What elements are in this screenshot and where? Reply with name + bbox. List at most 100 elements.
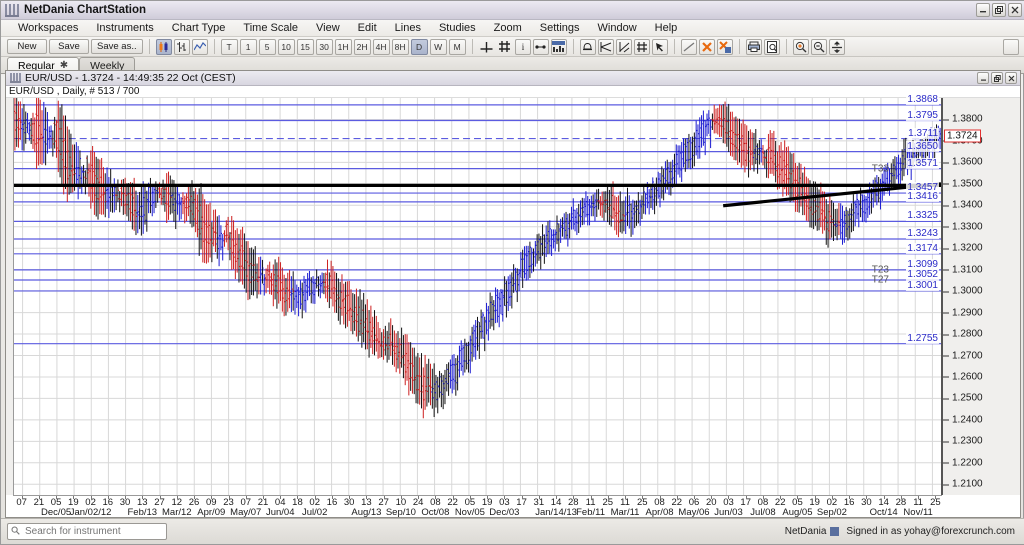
timeframe-D[interactable]: D (410, 38, 428, 55)
chart-close-button[interactable] (1005, 72, 1017, 84)
date-axis[interactable]: 07 21 05 19 02 16 30 13 27 12 26 09 23 07 21 04 18 02 16 30… (13, 495, 942, 518)
trendline-icon[interactable] (597, 38, 614, 55)
crosshair-icon[interactable] (479, 39, 495, 55)
level-label: 1.3174 (906, 242, 939, 254)
timeframe-10[interactable]: 10 (277, 38, 295, 55)
save-button[interactable]: Save (49, 39, 89, 54)
fibonacci-icon[interactable] (633, 38, 650, 55)
price-tick: 1.2200 (943, 457, 983, 468)
date-month-label: Dec/03 (489, 507, 520, 518)
date-tick-mark (607, 496, 609, 499)
chart-window-icon (10, 73, 21, 83)
bar-ohlc-icon[interactable] (173, 38, 190, 55)
price-axis[interactable]: 1.38001.37001.36001.35001.34001.33001.32… (942, 98, 1020, 495)
window-close-button[interactable] (1008, 3, 1022, 17)
app-title: NetDania ChartStation (24, 4, 147, 16)
date-tick-mark (935, 496, 937, 499)
level-label: 1.3868 (906, 93, 939, 105)
timeframe-W[interactable]: W (429, 38, 447, 55)
date-tick-mark (521, 496, 523, 499)
menu-help[interactable]: Help (646, 21, 687, 35)
delete-line-icon[interactable] (698, 38, 715, 55)
timeframe-T[interactable]: T (220, 38, 238, 55)
info-icon[interactable]: i (514, 38, 531, 55)
date-tick-mark (297, 496, 299, 499)
timeframe-8H[interactable]: 8H (391, 38, 409, 55)
menu-chart-type[interactable]: Chart Type (163, 21, 235, 35)
menu-edit[interactable]: Edit (349, 21, 386, 35)
chart-restore-button[interactable] (991, 72, 1003, 84)
timeframe-1[interactable]: 1 (239, 38, 257, 55)
timeframe-15[interactable]: 15 (296, 38, 314, 55)
toolbar-separator-1 (148, 39, 150, 54)
date-tick-mark (56, 496, 58, 499)
cursor-arrow-icon[interactable] (651, 38, 668, 55)
date-month-label: Jul/08 (750, 507, 776, 518)
window-restore-button[interactable] (992, 3, 1006, 17)
new-button[interactable]: New (7, 39, 47, 54)
alert-bell-icon[interactable] (579, 38, 596, 55)
price-tick: 1.2900 (943, 307, 983, 318)
print-preview-icon[interactable] (763, 38, 780, 55)
price-tick: 1.3800 (943, 114, 983, 125)
clear-all-icon[interactable] (716, 38, 733, 55)
timeframe-2H[interactable]: 2H (353, 38, 371, 55)
date-tick-mark (383, 496, 385, 499)
menu-settings[interactable]: Settings (531, 21, 589, 35)
date-month-label: Sep/10 (385, 507, 416, 518)
status-bar: NetDania Signed in as yohay@forexcrunch.… (1, 518, 1024, 544)
measure-icon[interactable] (532, 38, 549, 55)
timeframe-30[interactable]: 30 (315, 38, 333, 55)
connection-status-badge (830, 527, 840, 536)
zoom-in-icon[interactable] (792, 38, 809, 55)
menu-time-scale[interactable]: Time Scale (234, 21, 307, 35)
date-tick-mark (745, 496, 747, 499)
chart-window-title: EUR/USD - 1.3724 - 14:49:35 22 Oct (CEST… (25, 72, 236, 84)
date-tick-mark (711, 496, 713, 499)
menu-studies[interactable]: Studies (430, 21, 485, 35)
timeframe-M[interactable]: M (448, 38, 466, 55)
candlestick-bars-layer (14, 98, 941, 419)
chart-canvas (14, 98, 941, 495)
fit-screen-icon[interactable] (828, 38, 845, 55)
date-month-label: Nov/05 (454, 507, 485, 518)
chart-plot-area[interactable]: 1.3868 1.3795 1.3711 1.3650 1.3571 T33 1.3457 1… (13, 93, 942, 495)
grid-icon[interactable] (497, 39, 513, 55)
chart-left-gutter (6, 98, 13, 495)
date-tick-mark (107, 496, 109, 499)
line-chart-icon[interactable] (191, 38, 208, 55)
ray-line-icon[interactable] (615, 38, 632, 55)
search-instrument-box[interactable] (7, 523, 167, 540)
draw-line-icon[interactable] (680, 38, 697, 55)
menu-window[interactable]: Window (589, 21, 646, 35)
date-tick-mark (21, 496, 23, 499)
volume-icon[interactable] (550, 38, 567, 55)
search-input[interactable] (23, 525, 157, 538)
date-tick-mark (349, 496, 351, 499)
date-tick-mark (849, 496, 851, 499)
zoom-out-icon[interactable] (810, 38, 827, 55)
timeframe-5[interactable]: 5 (258, 38, 276, 55)
date-tick-mark (762, 496, 764, 499)
timeframe-4H[interactable]: 4H (372, 38, 390, 55)
level-label: 1.3243 (906, 227, 939, 239)
date-month-label: Aug/13 (351, 507, 382, 518)
date-month-label: Oct/08 (421, 507, 450, 518)
date-tick-mark (728, 496, 730, 499)
panel-icon[interactable] (1003, 38, 1019, 55)
date-tick-mark (245, 496, 247, 499)
menu-zoom[interactable]: Zoom (485, 21, 531, 35)
save-as-button[interactable]: Save as.. (91, 39, 143, 54)
window-minimize-button[interactable] (976, 3, 990, 17)
menu-lines[interactable]: Lines (386, 21, 430, 35)
menu-instruments[interactable]: Instruments (87, 21, 162, 35)
print-icon[interactable] (745, 38, 762, 55)
chart-minimize-button[interactable] (977, 72, 989, 84)
date-month-label: Jan/14/13 (535, 507, 577, 518)
date-tick-mark (176, 496, 178, 499)
menu-view[interactable]: View (307, 21, 349, 35)
date-tick-mark (228, 496, 230, 499)
timeframe-1H[interactable]: 1H (334, 38, 352, 55)
menu-workspaces[interactable]: Workspaces (9, 21, 87, 35)
candlestick-icon[interactable] (155, 38, 172, 55)
